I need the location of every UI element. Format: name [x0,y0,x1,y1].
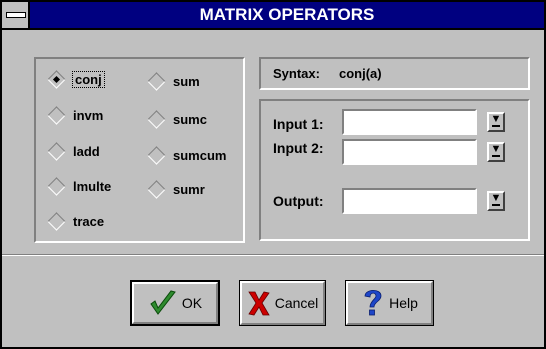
radio-unselected-icon [147,179,166,199]
radio-label: conj [72,70,105,88]
radio-unselected-icon [47,176,66,196]
radio-label: trace [73,213,105,229]
input2-field[interactable] [342,139,477,165]
radio-label: sumcum [173,147,227,163]
radio-selected-icon [47,69,66,89]
input1-label: Input 1: [273,116,324,132]
help-button[interactable]: Help [345,280,434,326]
radio-lmulte[interactable]: lmulte [46,176,111,196]
dropdown-arrow-icon: ▼ [490,143,502,155]
radio-conj[interactable]: conj [46,69,105,89]
ok-button[interactable]: OK [130,280,220,326]
button-divider [2,254,544,256]
radio-sumcum[interactable]: sumcum [146,145,226,165]
radio-unselected-icon [47,141,66,161]
window-title: MATRIX OPERATORS [199,5,375,24]
radio-sumc[interactable]: sumc [146,109,207,129]
syntax-value: conj(a) [339,66,382,81]
io-panel: Input 1: ▼ Input 2: ▼ Output: ▼ [259,99,530,241]
checkmark-icon [150,290,176,315]
radio-unselected-icon [147,109,166,129]
question-mark-icon [364,289,382,316]
function-radio-group: conj invm ladd lmulte trace sum sumc sum… [34,57,245,243]
syntax-panel: Syntax: conj(a) [259,57,530,90]
radio-unselected-icon [47,211,66,231]
cancel-button[interactable]: Cancel [239,280,326,326]
syntax-label: Syntax: [273,66,320,81]
radio-trace[interactable]: trace [46,211,104,231]
input2-dropdown-button[interactable]: ▼ [487,142,505,162]
dropdown-arrow-icon: ▼ [490,192,502,204]
title-bar: MATRIX OPERATORS [2,2,544,30]
output-label: Output: [273,193,324,209]
output-dropdown-button[interactable]: ▼ [487,191,505,211]
input1-field[interactable] [342,109,477,135]
help-label: Help [389,295,418,311]
dialog-window: MATRIX OPERATORS conj invm ladd lmulte t… [0,0,546,349]
red-x-icon [247,291,270,316]
radio-sumr[interactable]: sumr [146,179,205,199]
system-menu-icon[interactable] [2,2,30,28]
output-field[interactable] [342,188,477,214]
radio-unselected-icon [147,71,166,91]
radio-label: sumc [173,111,207,127]
radio-sum[interactable]: sum [146,71,200,91]
radio-unselected-icon [147,145,166,165]
radio-unselected-icon [47,105,66,125]
radio-label: lmulte [73,178,112,194]
input2-label: Input 2: [273,140,324,156]
radio-ladd[interactable]: ladd [46,141,100,161]
dropdown-arrow-icon: ▼ [490,113,502,125]
input1-dropdown-button[interactable]: ▼ [487,112,505,132]
cancel-label: Cancel [274,295,319,311]
radio-invm[interactable]: invm [46,105,103,125]
radio-label: ladd [73,143,100,159]
radio-label: invm [73,107,104,123]
ok-label: OK [181,295,203,311]
radio-label: sumr [173,181,205,197]
radio-label: sum [173,73,200,89]
